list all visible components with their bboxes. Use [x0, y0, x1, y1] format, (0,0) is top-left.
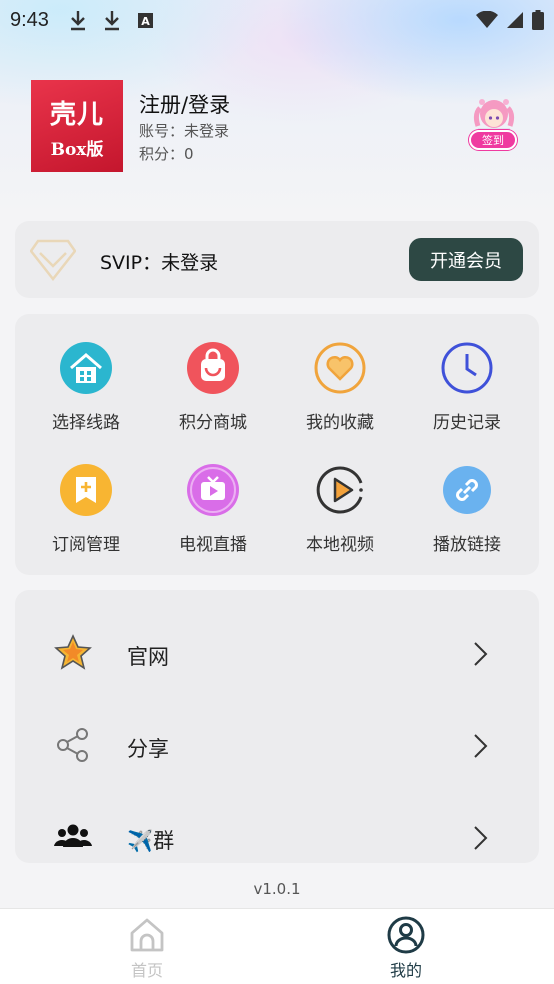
grid-label: 我的收藏: [306, 413, 374, 433]
home-icon: [130, 918, 164, 952]
clock-icon: [441, 342, 493, 394]
status-bar: 9:43 A: [0, 0, 554, 40]
menu-item-share[interactable]: 分享: [15, 699, 539, 791]
login-register-link[interactable]: 注册/登录: [139, 89, 230, 119]
account-text: 账号：未登录: [139, 122, 230, 140]
grid-label: 订阅管理: [52, 535, 120, 555]
svg-text:A: A: [141, 15, 150, 28]
grid-label: 本地视频: [306, 535, 374, 555]
app-version: v1.0.1: [253, 880, 301, 898]
menu-label: 官网: [127, 645, 169, 669]
grid-item-favorites[interactable]: 我的收藏: [280, 341, 400, 441]
group-icon: [54, 824, 92, 847]
menu-label: 分享: [127, 737, 169, 761]
signin-button[interactable]: 签到: [466, 96, 522, 156]
heart-icon: [314, 342, 366, 394]
svip-status: SVIP：未登录: [100, 252, 219, 274]
menu-label: ✈️群: [127, 829, 175, 853]
menu-item-official-site[interactable]: 官网: [15, 607, 539, 699]
signin-label: 签到: [469, 130, 517, 150]
chevron-right-icon: [474, 734, 488, 758]
logo-line1: 壳儿: [49, 100, 104, 130]
open-membership-button[interactable]: 开通会员: [409, 238, 523, 281]
svip-card: SVIP：未登录 开通会员: [15, 221, 539, 298]
profile-header: 壳儿 Box版 注册/登录 账号：未登录 积分：0 签到: [31, 80, 531, 172]
grid-label: 积分商城: [179, 413, 247, 433]
tab-label: 我的: [389, 961, 422, 980]
grid-label: 历史记录: [433, 413, 501, 433]
play-circle-icon: [316, 466, 363, 514]
tab-mine[interactable]: 我的: [346, 915, 466, 981]
logo-line2: Box版: [50, 140, 104, 160]
download-icon: [70, 11, 85, 31]
download-icon: [104, 11, 119, 31]
points-text: 积分：0: [139, 145, 194, 163]
grid-item-subscriptions[interactable]: 订阅管理: [26, 463, 146, 563]
grid-item-local-video[interactable]: 本地视频: [280, 463, 400, 563]
star-icon: [54, 634, 92, 670]
grid-label: 选择线路: [52, 413, 120, 433]
status-time: 9:43: [10, 8, 49, 31]
bookmark-plus-icon: [60, 464, 112, 516]
grid-label: 播放链接: [433, 535, 501, 555]
tab-home[interactable]: 首页: [87, 915, 207, 981]
menu-list: 官网 分享 ✈️群: [15, 590, 539, 863]
app-logo[interactable]: 壳儿 Box版: [31, 80, 123, 172]
wifi-icon: [476, 11, 498, 28]
a-box-icon: A: [137, 13, 153, 28]
bottom-tab-bar: 首页 我的: [0, 908, 554, 984]
share-icon: [57, 728, 88, 762]
shopping-bag-icon: [187, 342, 239, 394]
grid-item-live-tv[interactable]: 电视直播: [153, 463, 273, 563]
chevron-right-icon: [474, 642, 488, 666]
grid-item-select-route[interactable]: 选择线路: [26, 341, 146, 441]
link-icon: [443, 466, 491, 514]
grid-item-points-mall[interactable]: 积分商城: [153, 341, 273, 441]
grid-label: 电视直播: [179, 535, 247, 555]
house-icon: [60, 342, 112, 394]
tv-icon: [187, 464, 239, 516]
tab-label: 首页: [130, 961, 163, 980]
chevron-right-icon: [474, 826, 488, 850]
grid-item-play-link[interactable]: 播放链接: [407, 463, 527, 563]
feature-grid: 选择线路 积分商城 我的收藏 历史记录 订阅管理 电视直播 本地视频 播放链接: [15, 314, 539, 575]
diamond-icon: [30, 239, 76, 281]
user-icon: [387, 916, 425, 954]
battery-icon: [532, 10, 544, 30]
grid-item-history[interactable]: 历史记录: [407, 341, 527, 441]
menu-item-group[interactable]: ✈️群: [15, 791, 539, 863]
signal-icon: [507, 12, 523, 28]
